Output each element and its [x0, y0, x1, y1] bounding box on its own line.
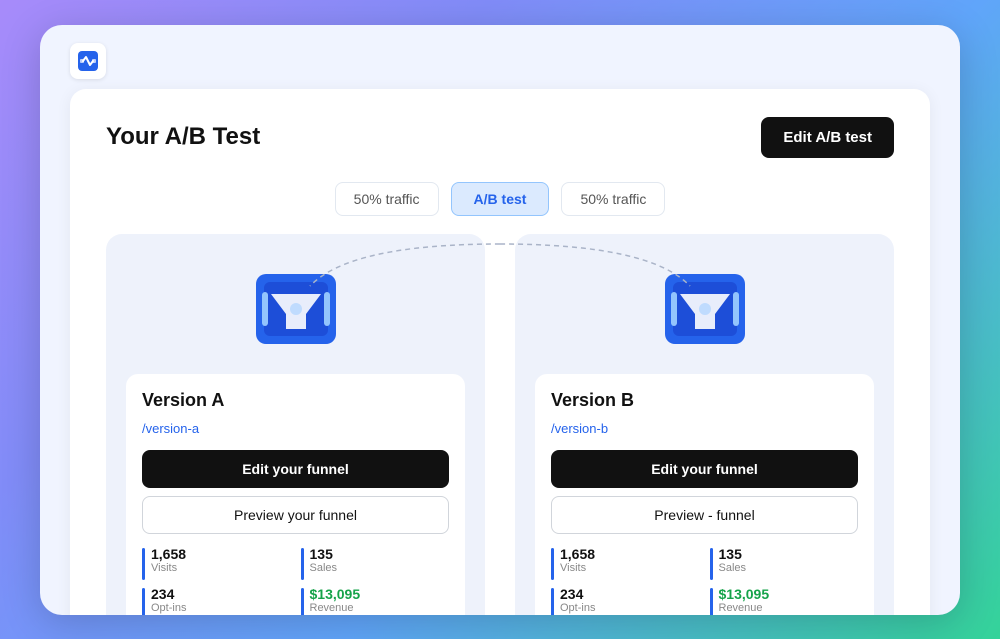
- version-b-slug: /version-b: [551, 421, 858, 436]
- version-a-slug: /version-a: [142, 421, 449, 436]
- stat-info: 135 Sales: [310, 546, 338, 574]
- stat-optins-b: 234 Opt-ins: [551, 586, 700, 615]
- main-content: Your A/B Test Edit A/B test 50% traffic …: [70, 89, 930, 615]
- cards-area: Version A /version-a Edit your funnel Pr…: [106, 234, 894, 615]
- version-b-name: Version B: [551, 390, 858, 411]
- ab-badge: A/B test: [451, 182, 550, 216]
- stat-sales-a: 135 Sales: [301, 546, 450, 580]
- version-a-funnel-icon: [256, 274, 336, 344]
- stat-label: Opt-ins: [560, 602, 595, 614]
- stat-value: 1,658: [560, 546, 595, 562]
- version-b-edit-button[interactable]: Edit your funnel: [551, 450, 858, 488]
- stat-bar: [142, 588, 145, 615]
- traffic-left-label: 50% traffic: [335, 182, 439, 216]
- stat-info: 1,658 Visits: [151, 546, 186, 574]
- version-b-funnel-icon: [665, 274, 745, 344]
- stat-bar: [551, 548, 554, 580]
- version-a-card: Version A /version-a Edit your funnel Pr…: [106, 234, 485, 615]
- ab-selector: 50% traffic A/B test 50% traffic: [106, 182, 894, 216]
- stat-visits-b: 1,658 Visits: [551, 546, 700, 580]
- stat-revenue-a: $13,095 Revenue: [301, 586, 450, 615]
- stat-info: 135 Sales: [719, 546, 747, 574]
- stat-label: Visits: [151, 562, 186, 574]
- stat-bar: [710, 588, 713, 615]
- stat-label: Sales: [719, 562, 747, 574]
- stat-value: $13,095: [719, 586, 770, 602]
- stat-bar: [142, 548, 145, 580]
- stat-sales-b: 135 Sales: [710, 546, 859, 580]
- edit-ab-test-button[interactable]: Edit A/B test: [761, 117, 894, 158]
- version-b-icon-area: [535, 254, 874, 364]
- stat-optins-a: 234 Opt-ins: [142, 586, 291, 615]
- version-a-stats: 1,658 Visits 135 Sales: [142, 546, 449, 615]
- version-a-edit-button[interactable]: Edit your funnel: [142, 450, 449, 488]
- stat-value: 135: [719, 546, 747, 562]
- traffic-right-label: 50% traffic: [561, 182, 665, 216]
- stat-bar: [301, 548, 304, 580]
- version-b-body: Version B /version-b Edit your funnel Pr…: [535, 374, 874, 615]
- version-a-preview-button[interactable]: Preview your funnel: [142, 496, 449, 534]
- version-a-body: Version A /version-a Edit your funnel Pr…: [126, 374, 465, 615]
- top-bar: [70, 43, 930, 79]
- stat-label: Sales: [310, 562, 338, 574]
- logo-icon: [70, 43, 106, 79]
- stat-label: Revenue: [310, 602, 361, 614]
- stat-bar: [710, 548, 713, 580]
- stat-info: 234 Opt-ins: [151, 586, 186, 614]
- device-frame: Your A/B Test Edit A/B test 50% traffic …: [40, 25, 960, 615]
- stat-info: $13,095 Revenue: [310, 586, 361, 614]
- stat-value: 135: [310, 546, 338, 562]
- version-a-icon-area: [126, 254, 465, 364]
- version-b-preview-button[interactable]: Preview - funnel: [551, 496, 858, 534]
- stat-label: Opt-ins: [151, 602, 186, 614]
- stat-value: 234: [560, 586, 595, 602]
- header-row: Your A/B Test Edit A/B test: [106, 117, 894, 158]
- stat-value: 1,658: [151, 546, 186, 562]
- stat-info: 1,658 Visits: [560, 546, 595, 574]
- stat-revenue-b: $13,095 Revenue: [710, 586, 859, 615]
- stat-visits-a: 1,658 Visits: [142, 546, 291, 580]
- stat-value: $13,095: [310, 586, 361, 602]
- stat-info: 234 Opt-ins: [560, 586, 595, 614]
- stat-label: Visits: [560, 562, 595, 574]
- stat-info: $13,095 Revenue: [719, 586, 770, 614]
- page-title: Your A/B Test: [106, 123, 260, 151]
- stat-value: 234: [151, 586, 186, 602]
- version-a-name: Version A: [142, 390, 449, 411]
- version-b-card: Version B /version-b Edit your funnel Pr…: [515, 234, 894, 615]
- stat-label: Revenue: [719, 602, 770, 614]
- stat-bar: [551, 588, 554, 615]
- version-b-stats: 1,658 Visits 135 Sales: [551, 546, 858, 615]
- stat-bar: [301, 588, 304, 615]
